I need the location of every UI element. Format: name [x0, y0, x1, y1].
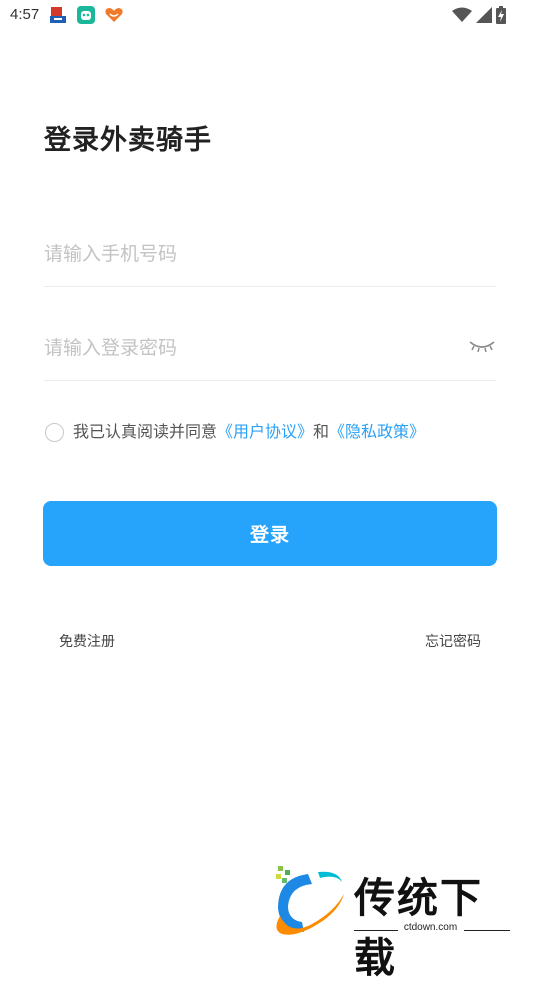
privacy-policy-link[interactable]: 《隐私政策》 [329, 418, 425, 442]
watermark: 传统下载 ctdown.com [268, 864, 518, 982]
agreement-row: 我已认真阅读并同意 《用户协议》 和 《隐私政策》 [45, 418, 425, 442]
eye-closed-icon[interactable] [468, 336, 496, 356]
robot-app-icon [77, 6, 95, 24]
status-time: 4:57 [10, 6, 40, 23]
watermark-logo-icon [276, 866, 344, 935]
user-agreement-link[interactable]: 《用户协议》 [217, 418, 313, 442]
phone-input[interactable] [44, 234, 444, 274]
watermark-line-right [464, 930, 510, 931]
password-field [44, 320, 496, 381]
register-link[interactable]: 免费注册 [59, 631, 115, 651]
system-icons [452, 6, 506, 24]
login-button[interactable]: 登录 [43, 501, 497, 566]
watermark-url: ctdown.com [403, 922, 458, 933]
notification-icons [48, 6, 124, 24]
forgot-password-link[interactable]: 忘记密码 [425, 631, 481, 651]
store-app-icon [50, 7, 66, 23]
heart-app-icon [105, 8, 123, 22]
agreement-conjunction: 和 [313, 422, 330, 441]
password-input[interactable] [44, 328, 444, 368]
phone-field [44, 226, 496, 287]
battery-charging-icon [496, 6, 506, 24]
cellular-signal-icon [476, 7, 492, 23]
wifi-icon [452, 7, 472, 22]
page-title: 登录外卖骑手 [44, 125, 212, 156]
status-bar: 4:57 [0, 0, 540, 30]
agreement-checkbox[interactable] [45, 422, 64, 442]
agreement-prefix: 我已认真阅读并同意 [73, 422, 218, 441]
